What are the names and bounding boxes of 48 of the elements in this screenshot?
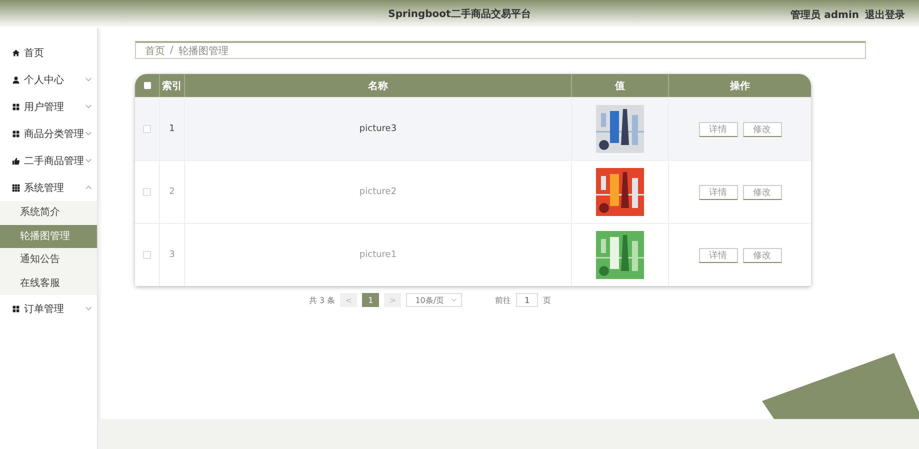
breadcrumb-link[interactable]: 轮播图管理 bbox=[178, 44, 228, 58]
menu-item[interactable]: 用户管理 bbox=[0, 93, 97, 120]
user-label: 管理员 admin bbox=[790, 8, 859, 22]
submenu-item[interactable]: 在线客服 bbox=[0, 272, 97, 295]
breadcrumb-link[interactable]: 首页 bbox=[145, 44, 165, 58]
row-checkbox[interactable] bbox=[143, 188, 151, 196]
menu-item[interactable]: 系统管理 bbox=[0, 174, 97, 201]
table-cell: picture3 bbox=[359, 124, 397, 134]
submenu-item[interactable]: 通知公告 bbox=[0, 248, 97, 272]
menu-item[interactable]: 商品分类管理 bbox=[0, 120, 97, 147]
page-input[interactable]: 1 bbox=[516, 293, 538, 307]
edit-button[interactable]: 修改 bbox=[742, 248, 782, 262]
logout-link[interactable]: 退出登录 bbox=[865, 8, 905, 22]
goto-label: 前往 bbox=[495, 294, 512, 306]
details-button[interactable]: 详情 bbox=[698, 248, 738, 262]
table-cell: picture2 bbox=[359, 187, 397, 197]
column-header: 操作 bbox=[728, 80, 751, 94]
table-cell: 3 bbox=[169, 250, 175, 260]
breadcrumb-separator: / bbox=[170, 45, 174, 56]
menu-item[interactable]: 二手商品管理 bbox=[0, 147, 97, 174]
chevron-down-icon bbox=[451, 298, 458, 302]
grid-icon bbox=[12, 102, 20, 110]
row-checkbox[interactable] bbox=[143, 125, 151, 133]
grid-icon bbox=[12, 304, 20, 312]
page-size-select[interactable]: 10条/页 bbox=[406, 293, 462, 307]
submenu-item[interactable]: 系统简介 bbox=[0, 201, 97, 224]
edit-button[interactable]: 修改 bbox=[742, 122, 782, 136]
details-button[interactable]: 详情 bbox=[698, 122, 738, 136]
edit-button[interactable]: 修改 bbox=[742, 184, 782, 200]
menu-item[interactable]: 首页 bbox=[0, 39, 97, 66]
submenu-item[interactable]: 轮播图管理 bbox=[0, 224, 97, 248]
thumbs-up-icon bbox=[12, 156, 20, 164]
total-count: 共 3 条 bbox=[309, 294, 336, 306]
page-unit-label: 页 bbox=[543, 294, 552, 306]
table-cell: picture1 bbox=[359, 250, 397, 260]
table-cell: 2 bbox=[169, 187, 175, 197]
row-checkbox[interactable] bbox=[143, 251, 151, 259]
person-icon bbox=[12, 76, 20, 84]
site-title: Springboot二手商品交易平台 bbox=[388, 7, 531, 21]
table-cell: 1 bbox=[169, 124, 175, 134]
details-button[interactable]: 详情 bbox=[698, 184, 738, 200]
grid-icon bbox=[12, 184, 20, 192]
select-all-checkbox[interactable] bbox=[144, 82, 150, 89]
menu-item[interactable]: 订单管理 bbox=[0, 295, 97, 322]
home-icon bbox=[12, 48, 20, 56]
menu-item[interactable]: 个人中心 bbox=[0, 66, 97, 93]
page-number[interactable]: 1 bbox=[362, 293, 380, 307]
grid-icon bbox=[12, 130, 20, 138]
